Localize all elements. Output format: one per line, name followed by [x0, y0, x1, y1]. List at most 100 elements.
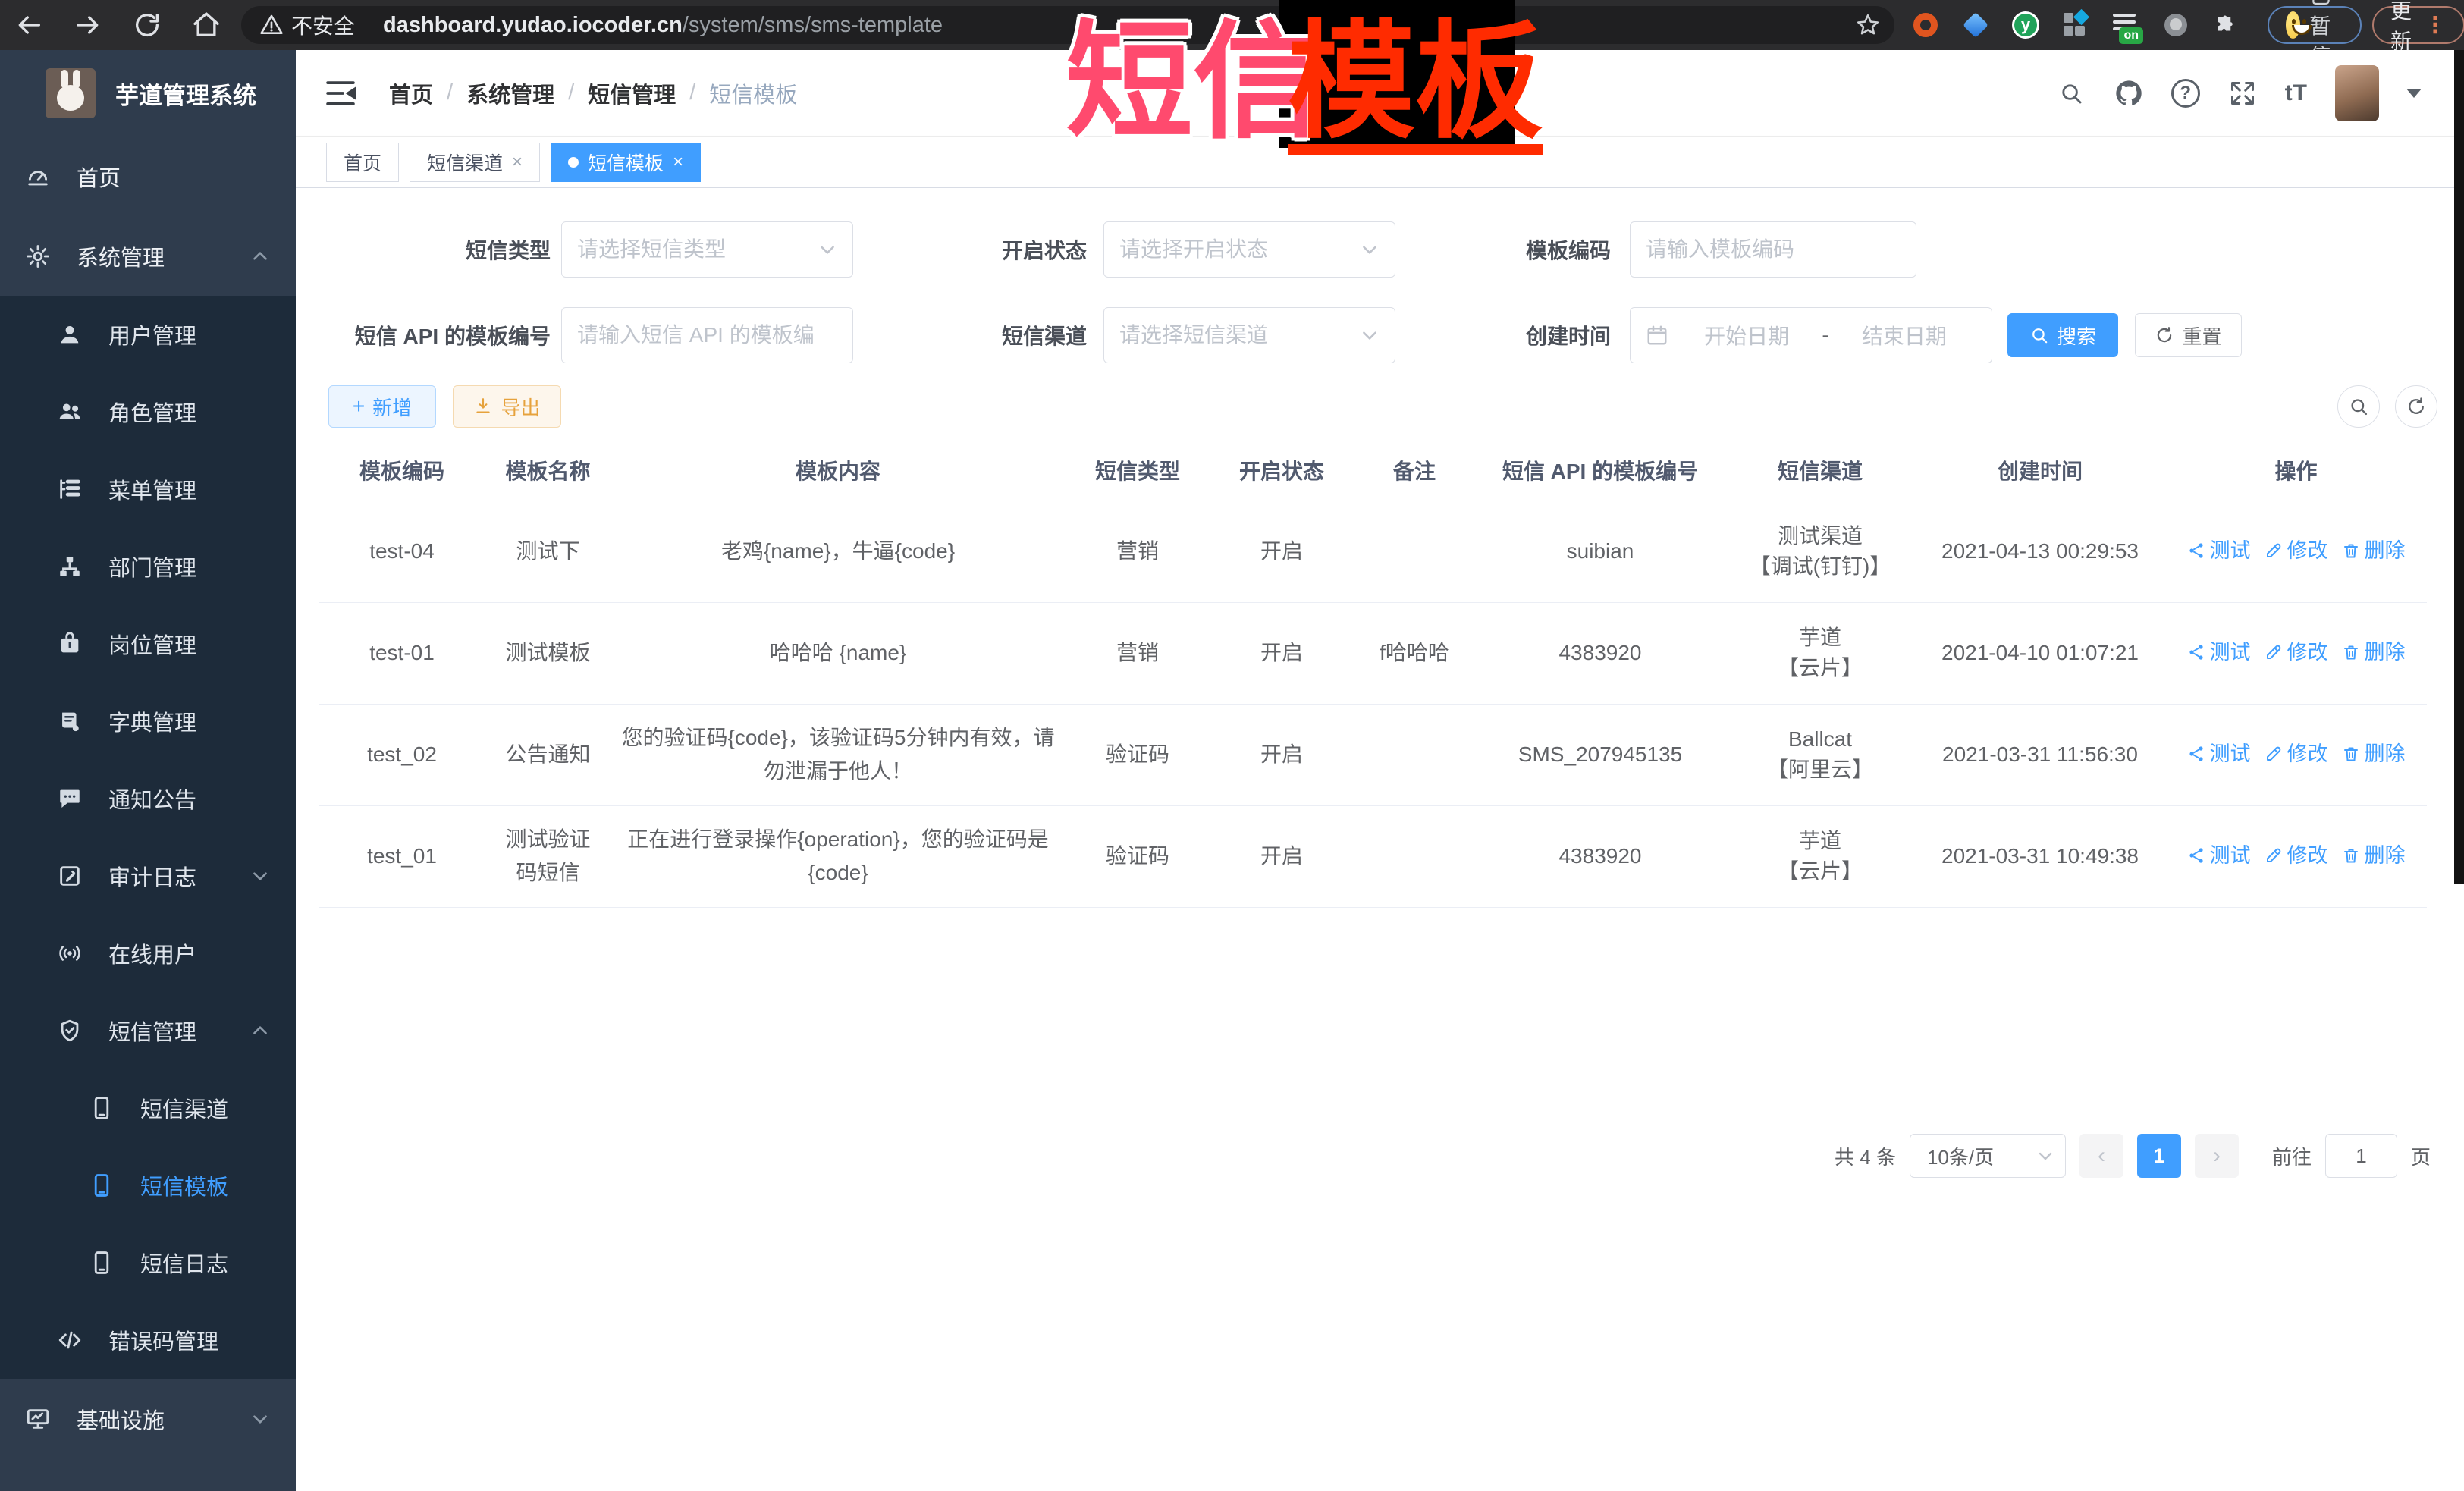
reset-button[interactable]: 重置 [2135, 313, 2242, 357]
next-page-button[interactable]: › [2195, 1134, 2239, 1178]
status-select[interactable] [1103, 221, 1395, 278]
profile-paused-chip[interactable]: 已暂停 [2268, 6, 2362, 44]
sidebar-item-sms-template[interactable]: 短信模板 [0, 1147, 296, 1224]
extensions-puzzle-icon[interactable] [2211, 11, 2240, 39]
scrollbar[interactable] [2454, 50, 2464, 884]
sidebar-item-infra[interactable]: 基础设施 [0, 1379, 296, 1458]
not-secure-warning-icon[interactable] [259, 13, 284, 37]
help-icon[interactable]: ? [2171, 79, 2200, 108]
date-range-picker[interactable]: 开始日期 - 结束日期 [1630, 307, 1992, 363]
fullscreen-icon[interactable] [2227, 78, 2258, 108]
delete-link[interactable]: 删除 [2342, 839, 2406, 872]
sidebar-collapse-icon[interactable] [325, 80, 356, 106]
avatar-caret-icon[interactable] [2406, 89, 2422, 98]
extension-blue-gem-icon[interactable] [1961, 11, 1990, 39]
breadcrumb: 首页 / 系统管理 / 短信管理 / 短信模板 [389, 77, 797, 109]
tab-home[interactable]: 首页 [326, 143, 399, 182]
sidebar-item-label: 短信模板 [140, 1169, 228, 1201]
test-link[interactable]: 测试 [2187, 534, 2251, 567]
header-search-icon[interactable] [2056, 78, 2086, 108]
start-date-placeholder[interactable]: 开始日期 [1675, 320, 1819, 350]
browser-update-button[interactable]: 更新 ⋮ [2372, 6, 2464, 44]
close-icon[interactable]: × [673, 152, 683, 173]
sidebar-item-sms-mgmt[interactable]: 短信管理 [0, 992, 296, 1069]
delete-link[interactable]: 删除 [2342, 534, 2406, 567]
template-code-field[interactable] [1630, 221, 1916, 278]
monitor-icon [25, 1406, 51, 1432]
edit-link[interactable]: 修改 [2265, 839, 2328, 872]
sidebar-item-label: 短信渠道 [140, 1092, 228, 1124]
add-button[interactable]: + 新增 [328, 385, 436, 428]
font-size-icon[interactable]: tT [2285, 80, 2308, 106]
edit-link[interactable]: 修改 [2265, 737, 2328, 771]
sidebar-item-role-mgmt[interactable]: 角色管理 [0, 373, 296, 450]
prev-page-button[interactable]: ‹ [2079, 1134, 2123, 1178]
sidebar-item-post-mgmt[interactable]: 岗位管理 [0, 605, 296, 683]
sidebar-item-home[interactable]: 首页 [0, 137, 296, 216]
extension-list-on-icon[interactable]: on [2111, 11, 2140, 39]
extension-orange-ring-icon[interactable] [1911, 11, 1940, 39]
sidebar-item-menu-mgmt[interactable]: 菜单管理 [0, 450, 296, 528]
search-button[interactable]: 搜索 [2007, 313, 2118, 357]
sidebar-item-notice[interactable]: 通知公告 [0, 760, 296, 837]
api-template-id-label: 短信 API 的模板编号 [311, 307, 551, 363]
end-date-placeholder[interactable]: 结束日期 [1832, 320, 1976, 350]
breadcrumb-home[interactable]: 首页 [389, 77, 433, 109]
browser-reload-button[interactable] [132, 10, 162, 40]
edit-link[interactable]: 修改 [2265, 636, 2328, 669]
sms-type-input[interactable] [577, 237, 818, 262]
sidebar-item-system[interactable]: 系统管理 [0, 216, 296, 296]
status-input[interactable] [1119, 237, 1360, 262]
sms-type-select[interactable] [561, 221, 853, 278]
refresh-table-button[interactable] [2395, 385, 2437, 428]
tab-sms-channel[interactable]: 短信渠道 × [410, 143, 540, 182]
test-link[interactable]: 测试 [2187, 636, 2251, 669]
channel-select[interactable] [1103, 307, 1395, 363]
sidebar-logo[interactable]: 芋道管理系统 [0, 50, 296, 137]
page-size-select[interactable]: 10条/页 [1910, 1134, 2066, 1178]
edit-link[interactable]: 修改 [2265, 534, 2328, 567]
test-link[interactable]: 测试 [2187, 839, 2251, 872]
extension-grid-diamond-icon[interactable] [2061, 11, 2090, 39]
browser-back-button[interactable] [14, 10, 44, 40]
col-actions: 操作 [2165, 440, 2427, 501]
table-header-row: 模板编码 模板名称 模板内容 短信类型 开启状态 备注 短信 API 的模板编号… [319, 440, 2427, 501]
bookmark-star-icon[interactable] [1855, 12, 1881, 38]
tab-sms-template[interactable]: 短信模板 × [551, 143, 701, 182]
extension-figure-icon[interactable] [2161, 11, 2190, 39]
org-tree-icon [57, 554, 83, 579]
delete-link[interactable]: 删除 [2342, 737, 2406, 771]
col-api-id: 短信 API 的模板编号 [1475, 440, 1725, 501]
api-template-id-input[interactable] [577, 323, 837, 347]
goto-page-input[interactable] [2325, 1134, 2397, 1178]
sidebar-item-dict-mgmt[interactable]: 字典管理 [0, 683, 296, 760]
sidebar-item-user-mgmt[interactable]: 用户管理 [0, 296, 296, 373]
test-link[interactable]: 测试 [2187, 737, 2251, 771]
sidebar-item-errcode-mgmt[interactable]: 错误码管理 [0, 1301, 296, 1379]
github-icon[interactable] [2114, 78, 2144, 108]
sidebar-item-sms-channel[interactable]: 短信渠道 [0, 1069, 296, 1147]
breadcrumb-separator: / [568, 80, 574, 105]
badge-icon [57, 631, 83, 657]
main-area: 首页 / 系统管理 / 短信管理 / 短信模板 ? tT [296, 50, 2464, 1491]
browser-home-button[interactable] [191, 10, 221, 40]
export-button[interactable]: 导出 [453, 385, 561, 428]
channel-input[interactable] [1119, 323, 1360, 347]
current-page-button[interactable]: 1 [2137, 1134, 2181, 1178]
sidebar-item-online-users[interactable]: 在线用户 [0, 915, 296, 992]
avatar[interactable] [2335, 65, 2379, 121]
breadcrumb-system[interactable]: 系统管理 [466, 77, 554, 109]
sidebar-item-dept-mgmt[interactable]: 部门管理 [0, 528, 296, 605]
breadcrumb-sms[interactable]: 短信管理 [588, 77, 676, 109]
api-template-id-field[interactable] [561, 307, 853, 363]
close-icon[interactable]: × [512, 152, 523, 173]
browser-forward-button[interactable] [73, 10, 103, 40]
tab-label: 首页 [344, 149, 381, 176]
browser-menu-icon[interactable]: ⋮ [2424, 12, 2447, 39]
sidebar-item-audit-log[interactable]: 审计日志 [0, 837, 296, 915]
sidebar-item-sms-log[interactable]: 短信日志 [0, 1224, 296, 1301]
template-code-input[interactable] [1646, 237, 1901, 262]
toggle-search-button[interactable] [2337, 385, 2380, 428]
delete-link[interactable]: 删除 [2342, 636, 2406, 669]
extension-green-y-icon[interactable]: y [2011, 11, 2040, 39]
